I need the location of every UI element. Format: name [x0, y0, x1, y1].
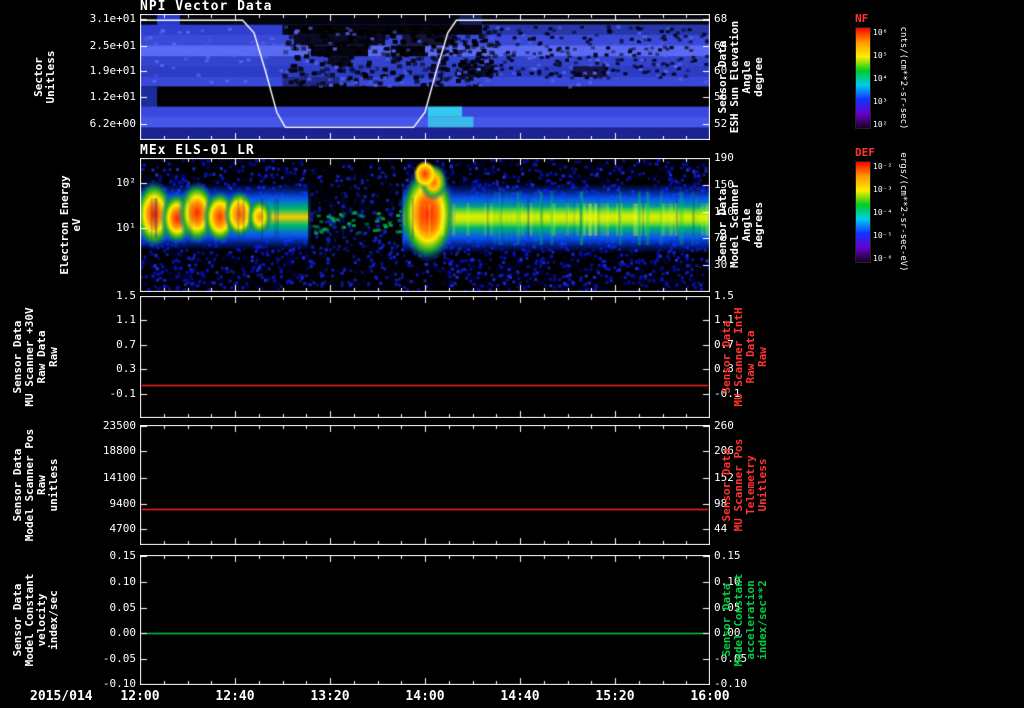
- x-tick-label-5: 15:20: [595, 689, 635, 704]
- y-tick-left-scanpos-3: 9400: [109, 497, 137, 511]
- y-axis-label-right-modelconst: Sensor Data Model Constant acceleration …: [720, 573, 769, 667]
- y-tick-left-modelconst-3: 0.00: [109, 626, 137, 639]
- y-tick-left-modelconst-5: -0.10: [102, 676, 136, 690]
- colorbar-nf-tick-4: 10²: [873, 120, 888, 129]
- panel-title-npi: NPI Vector Data: [140, 0, 273, 14]
- y-axis-label-left-modelconst: Sensor Data Model Constant velocity inde…: [11, 573, 60, 667]
- colorbar-nf-title: NF: [855, 12, 869, 25]
- y-tick-right-modelconst-0: 0.15: [714, 549, 741, 563]
- y-tick-left-mu30v-3: 0.3: [116, 362, 136, 376]
- y-tick-left-npi-4: 6.2e+00: [89, 116, 136, 130]
- y-axis-label-right-npi: Sensor Data ESH Sun Elevation Angle degr…: [716, 20, 765, 134]
- x-tick-label-3: 14:00: [405, 689, 445, 704]
- x-tick-label-6: 16:00: [690, 689, 730, 704]
- colorbar-def-title: DEF: [855, 146, 875, 159]
- y-axis-label-left-scanpos: Sensor Data Model Scanner Pos Raw unitle…: [11, 428, 60, 542]
- colorbar-def-gradient: [855, 161, 871, 263]
- colorbar-def-unit-label: ergs/(cm**2-sr-sec-eV): [898, 152, 908, 272]
- x-tick-label-2: 13:20: [310, 689, 350, 704]
- colorbar-def-tick-4: 10⁻⁶: [873, 254, 893, 263]
- x-tick-label-1: 12:40: [215, 689, 255, 704]
- y-tick-right-mu30v-0: 1.5: [714, 289, 734, 302]
- colorbar-nf-tick-1: 10⁵: [873, 51, 888, 60]
- y-tick-left-modelconst-0: 0.15: [109, 549, 137, 563]
- y-tick-left-npi-3: 1.2e+01: [89, 90, 136, 104]
- y-axis-label-left-els: Electron Energy eV: [58, 175, 83, 275]
- x-tick-label-0: 12:00: [120, 689, 160, 704]
- colorbar-nf-tick-2: 10⁴: [873, 74, 888, 83]
- panel-title-els: MEx ELS-01 LR: [140, 143, 255, 158]
- y-tick-left-scanpos-4: 4700: [109, 522, 137, 536]
- x-axis-date-label: 2015/014: [30, 689, 93, 704]
- y-tick-left-mu30v-1: 1.1: [116, 313, 136, 327]
- colorbar-def-tick-1: 10⁻³: [873, 185, 893, 194]
- y-tick-left-scanpos-2: 14100: [102, 470, 136, 484]
- y-tick-left-mu30v-0: 1.5: [116, 289, 136, 302]
- x-tick-label-4: 14:40: [500, 689, 540, 704]
- plot-canvas-modelconst: [140, 555, 710, 685]
- y-tick-left-modelconst-2: 0.05: [109, 601, 137, 615]
- y-tick-left-modelconst-4: -0.05: [102, 652, 136, 665]
- y-tick-left-npi-2: 1.9e+01: [89, 63, 136, 77]
- colorbar-def-tick-2: 10⁻⁴: [873, 208, 893, 217]
- plot-canvas-npi: [140, 14, 710, 140]
- colorbar-nf-gradient: [855, 27, 871, 129]
- y-tick-left-npi-0: 3.1e+01: [89, 12, 136, 26]
- colorbar-nf-tick-0: 10⁶: [873, 28, 888, 37]
- y-tick-right-scanpos-0: 260: [714, 419, 734, 433]
- plot-canvas-els: [140, 158, 710, 292]
- y-axis-label-left-mu30v: Sensor Data MU Scanner +30V Raw Data Raw: [11, 307, 60, 407]
- y-axis-label-right-els: Sensor Data Model Scanner Angle degrees: [716, 181, 765, 269]
- y-tick-left-npi-1: 2.5e+01: [89, 38, 136, 52]
- plot-canvas-scanpos: [140, 425, 710, 545]
- y-tick-left-scanpos-1: 18800: [102, 444, 136, 458]
- y-tick-left-modelconst-1: 0.10: [109, 575, 137, 589]
- y-tick-left-mu30v-4: -0.1: [109, 386, 137, 400]
- y-tick-right-modelconst-5: -0.10: [714, 676, 748, 690]
- telemetry-plot-figure: NF cnts/(cm**2-sr-sec) DEF ergs/(cm**2-s…: [0, 0, 1024, 708]
- y-axis-label-right-mu30v: Sensor Data MU Scanner IntH Raw Data Raw: [720, 307, 769, 407]
- colorbar-def-tick-3: 10⁻⁵: [873, 231, 893, 240]
- colorbar-nf-tick-3: 10³: [873, 97, 888, 106]
- plot-canvas-mu30v: [140, 296, 710, 418]
- y-tick-left-mu30v-2: 0.7: [116, 337, 136, 351]
- colorbar-def-tick-0: 10⁻²: [873, 162, 893, 171]
- y-tick-left-scanpos-0: 23500: [102, 419, 136, 433]
- y-axis-label-left-npi: Sector Unitless: [32, 50, 57, 104]
- colorbar-nf-unit-label: cnts/(cm**2-sr-sec): [898, 26, 908, 130]
- y-tick-right-els-0: 190: [714, 151, 734, 164]
- y-axis-label-right-scanpos: Sensor Data MU Scanner Pos Telemetry Uni…: [720, 438, 769, 532]
